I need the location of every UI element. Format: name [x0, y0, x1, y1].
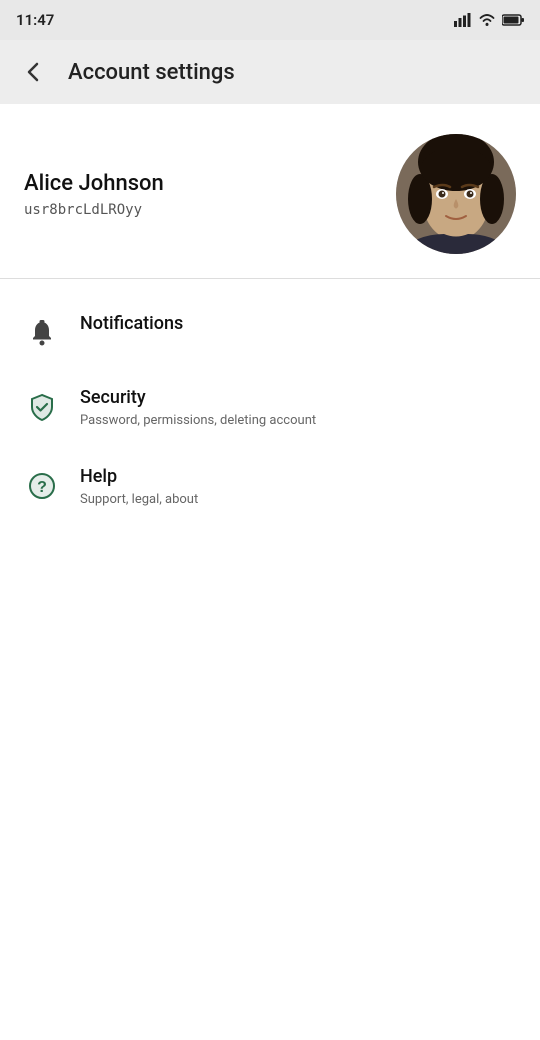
avatar-image — [396, 134, 516, 254]
divider — [0, 278, 540, 279]
notifications-text: Notifications — [80, 313, 183, 334]
profile-info: Alice Johnson usr8brcLdLROyy — [24, 171, 164, 218]
security-title: Security — [80, 387, 316, 408]
profile-id: usr8brcLdLROyy — [24, 202, 164, 218]
profile-section: Alice Johnson usr8brcLdLROyy — [0, 104, 540, 278]
notifications-title: Notifications — [80, 313, 183, 334]
security-text: Security Password, permissions, deleting… — [80, 387, 316, 430]
status-icons — [454, 13, 524, 27]
wifi-icon — [478, 13, 496, 27]
page-title: Account settings — [68, 60, 524, 85]
battery-icon — [502, 14, 524, 26]
help-menu-item[interactable]: ? Help Support, legal, about — [0, 448, 540, 527]
help-title: Help — [80, 466, 198, 487]
security-menu-item[interactable]: Security Password, permissions, deleting… — [0, 369, 540, 448]
notifications-icon-container — [24, 315, 60, 351]
notifications-menu-item[interactable]: Notifications — [0, 295, 540, 369]
security-icon-container — [24, 389, 60, 425]
status-bar: 11:47 — [0, 0, 540, 40]
svg-text:?: ? — [37, 479, 47, 496]
security-subtitle: Password, permissions, deleting account — [80, 412, 316, 430]
top-bar: Account settings — [0, 40, 540, 104]
back-arrow-icon — [22, 60, 46, 84]
help-text: Help Support, legal, about — [80, 466, 198, 509]
status-time: 11:47 — [16, 11, 54, 29]
avatar — [396, 134, 516, 254]
profile-name: Alice Johnson — [24, 171, 164, 196]
shield-icon — [28, 393, 56, 421]
help-subtitle: Support, legal, about — [80, 491, 198, 509]
back-button[interactable] — [16, 54, 52, 90]
help-icon-container: ? — [24, 468, 60, 504]
menu-list: Notifications Security Password, permiss… — [0, 287, 540, 535]
signal-icon — [454, 13, 472, 27]
help-icon: ? — [28, 472, 56, 500]
bell-icon — [28, 319, 56, 347]
